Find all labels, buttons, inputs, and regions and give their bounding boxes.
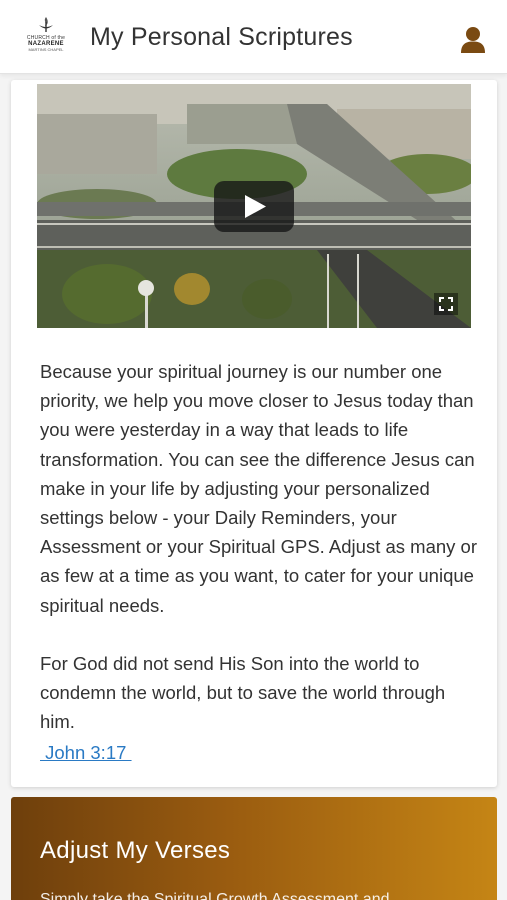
scripture-verse: For God did not send His Son into the wo… — [40, 653, 446, 733]
intro-paragraph: Because your spiritual journey is our nu… — [40, 361, 477, 616]
section-title: Adjust My Verses — [40, 837, 231, 864]
user-icon[interactable] — [460, 26, 486, 54]
app-header: CHURCH of the NAZARENE MARTINS CHAPEL My… — [0, 0, 507, 74]
intro-card: Because your spiritual journey is our nu… — [11, 80, 497, 787]
fullscreen-icon — [439, 297, 453, 311]
play-button[interactable] — [214, 181, 294, 232]
logo-text-bottom: MARTINS CHAPEL — [28, 47, 64, 52]
play-icon — [245, 195, 266, 218]
video-player[interactable] — [37, 84, 471, 328]
flame-cross-icon — [39, 17, 53, 32]
fullscreen-button[interactable] — [434, 293, 458, 315]
section-subtitle: Simply take the Spiritual Growth Assessm… — [40, 891, 390, 900]
page-title: My Personal Scriptures — [90, 23, 353, 51]
church-logo[interactable]: CHURCH of the NAZARENE MARTINS CHAPEL — [24, 16, 68, 56]
adjust-verses-section: Adjust My Verses Simply take the Spiritu… — [11, 797, 497, 900]
verse-reference-link[interactable]: John 3:17 — [40, 738, 132, 767]
